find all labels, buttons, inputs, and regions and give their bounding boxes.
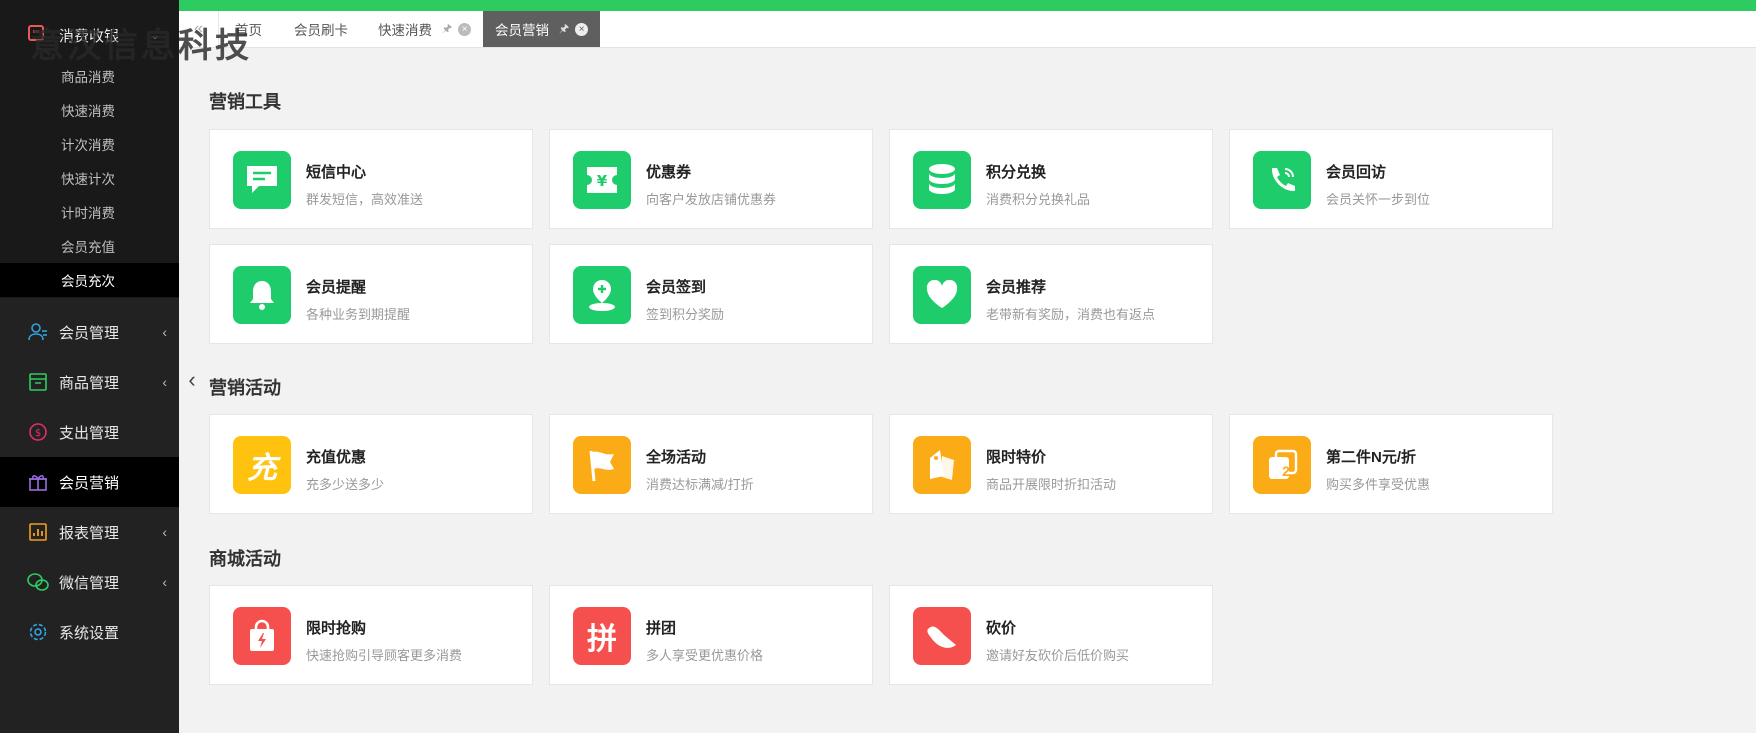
sidebar-sub-item[interactable]: 计次消费 [0, 127, 179, 161]
card-coupon[interactable]: ¥ 优惠券 向客户发放店铺优惠券 [549, 129, 873, 229]
svg-text:$: $ [35, 428, 41, 439]
database-icon [913, 151, 971, 209]
tab-quick-consume[interactable]: 快速消费 🖈 × [366, 11, 483, 47]
card-limited-special[interactable]: 限时特价 商品开展限时折扣活动 [889, 414, 1213, 514]
sidebar-sub-item[interactable]: 快速计次 [0, 161, 179, 195]
location-icon [573, 266, 631, 324]
gear-icon [27, 621, 49, 643]
chevron-left-icon: ‹ [162, 374, 167, 390]
tag-icon [913, 436, 971, 494]
heart-icon [913, 266, 971, 324]
recharge-icon: 充 [233, 436, 291, 494]
tab-member-marketing[interactable]: 会员营销 🖈 × [483, 11, 601, 47]
tab-member-card[interactable]: 会员刷卡 [282, 11, 360, 47]
card-member-referral[interactable]: 会员推荐 老带新有奖励，消费也有返点 [889, 244, 1213, 344]
sidebar-item-expense[interactable]: $ 支出管理 [0, 407, 179, 457]
card-store-campaign[interactable]: 全场活动 消费达标满减/打折 [549, 414, 873, 514]
sidebar-item-marketing[interactable]: 会员营销 [0, 457, 179, 507]
card-member-visit[interactable]: 会员回访 会员关怀一步到位 [1229, 129, 1553, 229]
section-title: 商城活动 [209, 549, 281, 569]
sidebar-sub-item[interactable]: 快速消费 [0, 93, 179, 127]
phone-icon [1253, 151, 1311, 209]
card-points-exchange[interactable]: 积分兑换 消费积分兑换礼品 [889, 129, 1213, 229]
coupon-icon: ¥ [573, 151, 631, 209]
top-accent-bar [0, 0, 1756, 11]
sidebar: 消费收银 ⌄ 商品消费 快速消费 计次消费 快速计次 计时消费 会员充值 会员充… [0, 0, 179, 733]
flag-icon [573, 436, 631, 494]
sidebar-sub-item[interactable]: 会员充值 [0, 229, 179, 263]
tab-bar: « 首页 会员刷卡 快速消费 🖈 × 会员营销 🖈 × [179, 11, 1756, 48]
flash-bag-icon [233, 607, 291, 665]
wechat-icon [27, 571, 49, 593]
close-icon[interactable]: × [575, 22, 589, 36]
card-recharge-discount[interactable]: 充 充值优惠 充多少送多少 [209, 414, 533, 514]
pin-icon[interactable]: 🖈 [442, 20, 452, 39]
chevron-left-icon: ‹ [162, 574, 167, 590]
svg-text:¥: ¥ [597, 172, 608, 190]
sidebar-collapse-button[interactable]: ‹ [181, 365, 203, 395]
watermark: 意汉信息科技 [30, 26, 252, 66]
sidebar-sub-item-active[interactable]: 会员充次 [0, 263, 179, 297]
sidebar-item-product[interactable]: 商品管理 ‹ [0, 357, 179, 407]
sidebar-item-settings[interactable]: 系统设置 [0, 607, 179, 657]
card-second-item[interactable]: 2 第二件N元/折 购买多件享受优惠 [1229, 414, 1553, 514]
card-member-reminder[interactable]: 会员提醒 各种业务到期提醒 [209, 244, 533, 344]
card-member-checkin[interactable]: 会员签到 签到积分奖励 [549, 244, 873, 344]
card-group-buy[interactable]: 拼 拼团 多人享受更优惠价格 [549, 585, 873, 685]
gift-icon [27, 471, 49, 493]
card-bargain[interactable]: 砍价 邀请好友砍价后低价购买 [889, 585, 1213, 685]
card-flash-sale[interactable]: 限时抢购 快速抢购引导顾客更多消费 [209, 585, 533, 685]
section-title: 营销活动 [209, 378, 281, 398]
sidebar-item-member[interactable]: 会员管理 ‹ [0, 307, 179, 357]
message-icon [233, 151, 291, 209]
section-title: 营销工具 [209, 92, 281, 112]
card-sms-center[interactable]: 短信中心 群发短信，高效准送 [209, 129, 533, 229]
chart-icon [27, 521, 49, 543]
close-icon[interactable]: × [458, 22, 472, 36]
product-icon [27, 371, 49, 393]
pin-icon[interactable]: 🖈 [559, 20, 569, 39]
bargain-icon [913, 607, 971, 665]
sidebar-sub-item[interactable]: 计时消费 [0, 195, 179, 229]
second-item-icon: 2 [1253, 436, 1311, 494]
sidebar-item-wechat[interactable]: 微信管理 ‹ [0, 557, 179, 607]
chevron-left-icon: ‹ [162, 524, 167, 540]
sidebar-item-report[interactable]: 报表管理 ‹ [0, 507, 179, 557]
group-buy-icon: 拼 [573, 607, 631, 665]
expense-icon: $ [27, 421, 49, 443]
chevron-left-icon: ‹ [162, 324, 167, 340]
bell-icon [233, 266, 291, 324]
user-icon [27, 321, 49, 343]
